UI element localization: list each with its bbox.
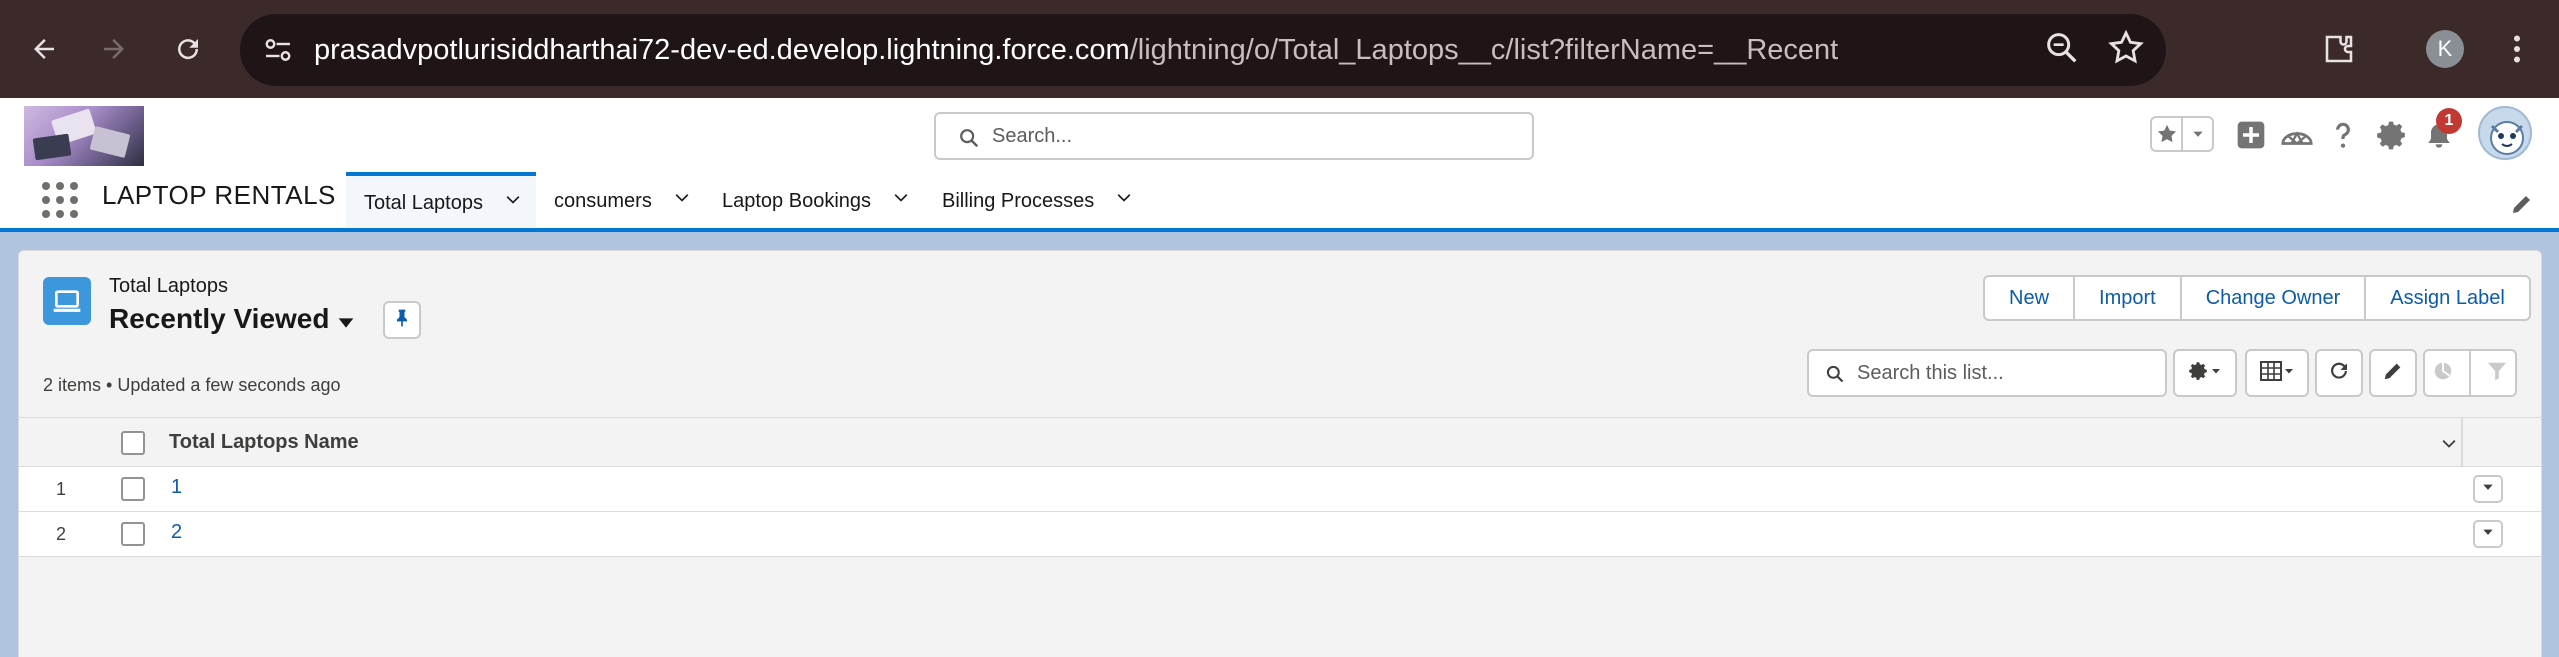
- favorites-group: [2150, 116, 2214, 152]
- app-name: LAPTOP RENTALS: [102, 180, 336, 210]
- org-logo[interactable]: [24, 106, 144, 166]
- user-avatar[interactable]: [2478, 106, 2532, 160]
- chevron-down-icon: [2481, 480, 2495, 499]
- assign-label-button[interactable]: Assign Label: [2364, 277, 2529, 319]
- pin-icon: [392, 307, 412, 334]
- list-search[interactable]: [1807, 349, 2167, 397]
- object-label: Total Laptops: [109, 275, 228, 297]
- search-icon: [958, 127, 980, 154]
- tab-consumers[interactable]: consumers: [554, 172, 692, 230]
- search-icon: [1825, 364, 1845, 389]
- tab-label: consumers: [554, 189, 652, 212]
- url-text: prasadvpotlurisiddharthai72-dev-ed.devel…: [314, 14, 1838, 86]
- app-launcher-icon[interactable]: [42, 182, 78, 218]
- refresh-icon: [2327, 359, 2351, 388]
- sf-global-header: 1 LAPTOP RENTALS Total Laptops consumers…: [0, 98, 2559, 232]
- list-meta: 2 items • Updated a few seconds ago: [43, 375, 341, 395]
- help-icon[interactable]: [2324, 116, 2362, 154]
- favorites-dropdown-icon[interactable]: [2181, 118, 2212, 150]
- select-all-checkbox[interactable]: [121, 431, 145, 455]
- trailhead-icon[interactable]: [2278, 116, 2316, 154]
- filter-icon: [2486, 360, 2508, 387]
- pin-list-view-button[interactable]: [383, 301, 421, 339]
- tab-billing-processes[interactable]: Billing Processes: [942, 172, 1134, 230]
- laptop-object-icon: [43, 277, 91, 325]
- new-button[interactable]: New: [1985, 277, 2073, 319]
- chevron-down-icon[interactable]: [503, 190, 523, 216]
- chevron-down-icon[interactable]: [672, 188, 692, 214]
- profile-avatar[interactable]: K: [2426, 30, 2464, 68]
- browser-toolbar: prasadvpotlurisiddharthai72-dev-ed.devel…: [0, 0, 2559, 98]
- column-divider[interactable]: [2461, 418, 2463, 468]
- favorites-star-icon[interactable]: [2152, 118, 2181, 150]
- chart-icon: [2432, 360, 2454, 387]
- global-search[interactable]: [934, 112, 1534, 160]
- pencil-icon: [2382, 360, 2404, 387]
- chevron-down-icon: [2210, 364, 2222, 382]
- setup-gear-icon[interactable]: [2372, 116, 2410, 154]
- column-header-name[interactable]: Total Laptops Name: [169, 431, 359, 454]
- column-actions-chevron-icon[interactable]: [2439, 434, 2459, 459]
- row-checkbox[interactable]: [121, 477, 145, 501]
- tab-label: Total Laptops: [364, 191, 483, 214]
- table-empty-area: [19, 557, 2541, 657]
- list-actions: New Import Change Owner Assign Label: [1983, 275, 2531, 321]
- row-action-button[interactable]: [2473, 475, 2503, 503]
- tab-label: Laptop Bookings: [722, 189, 872, 212]
- list-search-input[interactable]: [1857, 351, 2157, 395]
- list-view-card: Total Laptops Recently Viewed 2 items • …: [18, 250, 2542, 657]
- edit-list-button[interactable]: [2369, 349, 2417, 397]
- gear-icon: [2188, 360, 2210, 387]
- refresh-button[interactable]: [2315, 349, 2363, 397]
- notification-badge: 1: [2436, 108, 2462, 134]
- list-view-controls-button[interactable]: [2173, 349, 2237, 397]
- row-number: 1: [55, 479, 66, 499]
- record-link[interactable]: 1: [171, 476, 182, 499]
- forward-icon[interactable]: [92, 27, 136, 71]
- chevron-down-icon[interactable]: [891, 188, 911, 214]
- url-path: /lightning/o/Total_Laptops__c/list?filte…: [1129, 34, 1839, 66]
- chevron-down-icon: [2481, 525, 2495, 544]
- table-row: 1 1: [19, 467, 2541, 512]
- tab-total-laptops[interactable]: Total Laptops: [346, 172, 536, 230]
- edit-nav-pencil-icon[interactable]: [2510, 192, 2534, 221]
- address-bar[interactable]: prasadvpotlurisiddharthai72-dev-ed.devel…: [240, 14, 2166, 86]
- browser-menu-icon[interactable]: [2492, 24, 2542, 74]
- bookmark-star-icon[interactable]: [2106, 28, 2146, 73]
- global-actions-icon[interactable]: [2232, 116, 2270, 154]
- chevron-down-icon: [2283, 364, 2295, 382]
- workspace: Total Laptops Recently Viewed 2 items • …: [0, 232, 2559, 657]
- import-button[interactable]: Import: [2073, 277, 2180, 319]
- divider: [2468, 350, 2471, 396]
- table-header: Total Laptops Name: [19, 417, 2541, 468]
- tab-label: Billing Processes: [942, 189, 1095, 212]
- site-settings-icon[interactable]: [260, 32, 296, 68]
- reload-icon[interactable]: [166, 27, 210, 71]
- extensions-icon[interactable]: [2314, 24, 2364, 74]
- row-action-button[interactable]: [2473, 520, 2503, 548]
- chart-filter-buttons: [2423, 349, 2517, 397]
- chevron-down-icon[interactable]: [1114, 188, 1134, 214]
- table-icon: [2259, 360, 2283, 387]
- change-owner-button[interactable]: Change Owner: [2179, 277, 2365, 319]
- zoom-icon[interactable]: [2042, 28, 2082, 73]
- list-view-dropdown-icon[interactable]: [335, 315, 357, 336]
- tab-laptop-bookings[interactable]: Laptop Bookings: [722, 172, 911, 230]
- list-view-name[interactable]: Recently Viewed: [109, 303, 329, 335]
- url-host: prasadvpotlurisiddharthai72-dev-ed.devel…: [314, 34, 1130, 66]
- global-search-input[interactable]: [992, 114, 1512, 158]
- records-table: Total Laptops Name 1 1 2 2: [19, 417, 2541, 657]
- row-checkbox[interactable]: [121, 522, 145, 546]
- row-number: 2: [55, 524, 66, 544]
- table-row: 2 2: [19, 512, 2541, 557]
- back-icon[interactable]: [22, 27, 66, 71]
- record-link[interactable]: 2: [171, 521, 182, 544]
- display-as-button[interactable]: [2245, 349, 2309, 397]
